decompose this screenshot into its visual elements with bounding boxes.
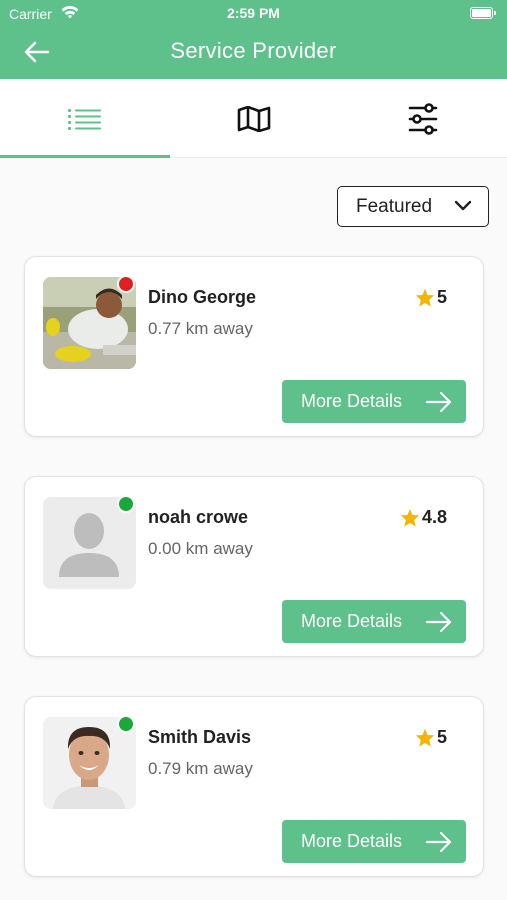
provider-distance: 0.77 km away bbox=[148, 319, 253, 338]
provider-card[interactable]: noah crowe 0.00 km away 4.8 More Details bbox=[24, 476, 484, 657]
star-icon bbox=[400, 508, 420, 527]
provider-distance: 0.00 km away bbox=[148, 539, 253, 558]
more-details-button[interactable]: More Details bbox=[282, 820, 466, 863]
rating-value: 5 bbox=[436, 287, 447, 307]
tab-list[interactable] bbox=[0, 79, 169, 158]
status-bar: Carrier 2:59 PM bbox=[0, 0, 507, 28]
status-dot bbox=[117, 275, 135, 293]
provider-name: Smith Davis bbox=[148, 727, 252, 747]
status-dot bbox=[117, 715, 135, 733]
status-time: 2:59 PM bbox=[227, 5, 280, 21]
more-details-button[interactable]: More Details bbox=[282, 380, 466, 423]
tab-map[interactable] bbox=[169, 79, 338, 158]
battery-icon bbox=[470, 7, 496, 19]
filter-sliders-icon bbox=[408, 102, 437, 135]
star-icon bbox=[415, 288, 435, 307]
status-dot bbox=[117, 495, 135, 513]
arrow-right-icon bbox=[425, 611, 452, 633]
list-icon bbox=[67, 108, 101, 130]
provider-rating: 5 bbox=[415, 727, 447, 748]
more-details-label: More Details bbox=[301, 831, 403, 851]
provider-distance: 0.79 km away bbox=[148, 759, 253, 778]
provider-name: noah crowe bbox=[148, 507, 249, 527]
star-icon bbox=[415, 728, 435, 747]
rating-value: 5 bbox=[436, 727, 447, 747]
more-details-label: More Details bbox=[301, 391, 403, 411]
provider-card[interactable]: Smith Davis 0.79 km away 5 More Details bbox=[24, 696, 484, 877]
arrow-right-icon bbox=[425, 391, 452, 413]
sort-label: Featured bbox=[356, 195, 433, 217]
more-details-label: More Details bbox=[301, 611, 403, 631]
rating-value: 4.8 bbox=[421, 507, 447, 527]
more-details-button[interactable]: More Details bbox=[282, 600, 466, 643]
map-icon bbox=[237, 105, 270, 132]
page-title: Service Provider bbox=[170, 38, 337, 63]
chevron-down-icon bbox=[454, 200, 472, 211]
view-tabs bbox=[0, 79, 507, 158]
active-tab-indicator bbox=[0, 155, 170, 158]
arrow-right-icon bbox=[425, 831, 452, 853]
provider-rating: 4.8 bbox=[400, 507, 447, 528]
tab-filter[interactable] bbox=[338, 79, 507, 158]
sort-dropdown[interactable]: Featured bbox=[337, 186, 489, 227]
provider-name: Dino George bbox=[148, 287, 257, 307]
app-header: Carrier 2:59 PM Service Provider bbox=[0, 0, 507, 79]
provider-rating: 5 bbox=[415, 287, 447, 308]
provider-card[interactable]: Dino George 0.77 km away 5 More Details bbox=[24, 256, 484, 437]
